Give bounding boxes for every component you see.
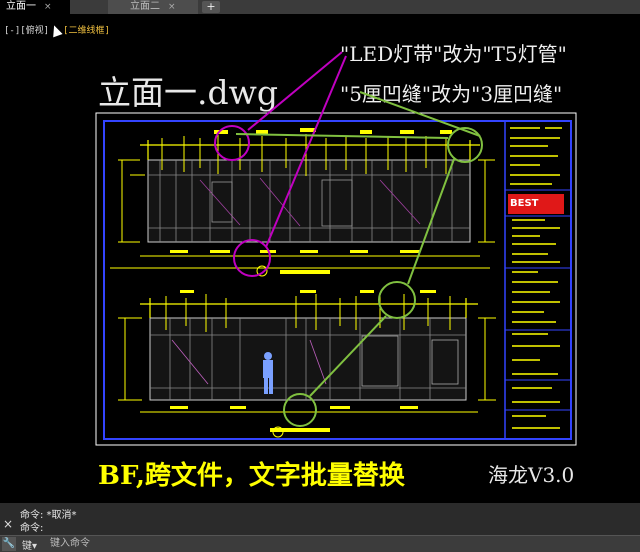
title-block-dividers — [505, 189, 571, 411]
feature-caption: BF,跨文件，文字批量替换 — [98, 461, 405, 491]
company-logo-text: BEST — [510, 198, 539, 209]
title-block-text-lines — [510, 127, 562, 429]
command-input[interactable] — [50, 537, 630, 550]
command-history-line: 命令: — [20, 523, 44, 534]
lower-elevation — [118, 290, 496, 438]
title-block — [504, 120, 572, 440]
command-line: 🔧 键▾ — [0, 535, 640, 552]
command-prompt-dropdown[interactable]: 键▾ — [22, 537, 37, 552]
close-icon[interactable]: × — [3, 517, 13, 531]
version-label: 海龙V3.0 — [488, 463, 575, 487]
wrench-icon[interactable]: 🔧 — [2, 537, 16, 551]
